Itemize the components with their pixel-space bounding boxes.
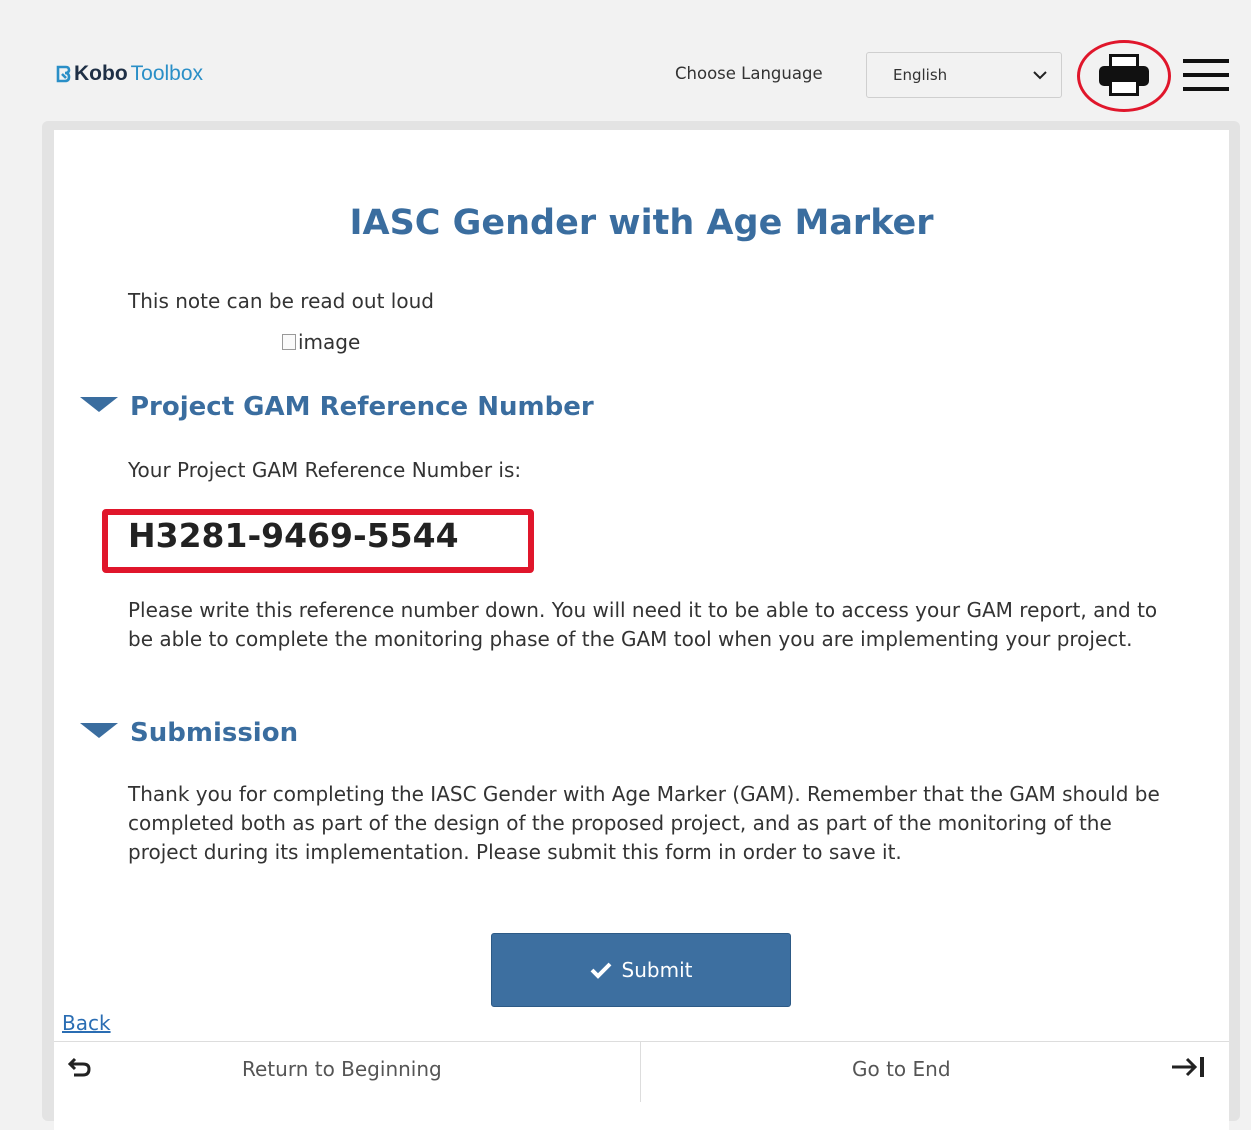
printer-icon	[1099, 54, 1149, 96]
group-header-reference-number[interactable]: Project GAM Reference Number	[80, 392, 594, 422]
logo-text-kobo: Kobo	[74, 62, 128, 85]
group-header-submission[interactable]: Submission	[80, 718, 298, 748]
form-title: IASC Gender with Age Marker	[349, 203, 934, 243]
form-card: IASC Gender with Age Marker This note ca…	[42, 121, 1240, 1130]
back-link[interactable]: Back	[62, 1011, 111, 1035]
language-select[interactable]: English	[866, 52, 1062, 98]
footer-navigation: Return to Beginning Go to End	[54, 1041, 1229, 1102]
checkmark-icon	[590, 962, 611, 979]
language-select-value: English	[893, 66, 948, 84]
submit-button[interactable]: Submit	[491, 933, 791, 1007]
return-arrow-icon[interactable]	[67, 1056, 92, 1084]
menu-bar	[1183, 73, 1229, 77]
broken-image-icon	[282, 334, 296, 350]
caret-down-icon	[80, 396, 118, 412]
choose-language-label: Choose Language	[675, 64, 823, 83]
kobotoolbox-logo[interactable]: Kobo Toolbox	[55, 62, 203, 86]
hamburger-menu-icon[interactable]	[1183, 57, 1231, 93]
footer-divider	[640, 1042, 641, 1102]
reference-intro: Your Project GAM Reference Number is:	[128, 458, 522, 482]
read-aloud-note: This note can be read out loud	[128, 289, 434, 313]
menu-bar	[1183, 87, 1229, 91]
go-to-end-link[interactable]: Go to End	[852, 1057, 951, 1081]
logo-text-toolbox: Toolbox	[130, 62, 204, 85]
reference-number: H3281-9469-5544	[128, 516, 459, 555]
kobo-logo-icon	[56, 65, 71, 83]
return-to-beginning-link[interactable]: Return to Beginning	[242, 1057, 442, 1081]
print-button[interactable]	[1077, 40, 1171, 112]
form-card-inner: IASC Gender with Age Marker This note ca…	[54, 130, 1229, 1130]
broken-image: image	[282, 330, 360, 354]
reference-instructions: Please write this reference number down.…	[128, 598, 1158, 651]
menu-bar	[1183, 59, 1229, 63]
go-to-end-arrow-icon[interactable]	[1171, 1056, 1207, 1084]
image-alt-text: image	[298, 330, 361, 354]
submission-text: Thank you for completing the IASC Gender…	[128, 782, 1160, 864]
chevron-down-icon	[1033, 70, 1047, 79]
group-title: Submission	[130, 718, 299, 748]
submit-label: Submit	[621, 958, 693, 982]
caret-down-icon	[80, 722, 118, 738]
group-title: Project GAM Reference Number	[130, 392, 594, 422]
